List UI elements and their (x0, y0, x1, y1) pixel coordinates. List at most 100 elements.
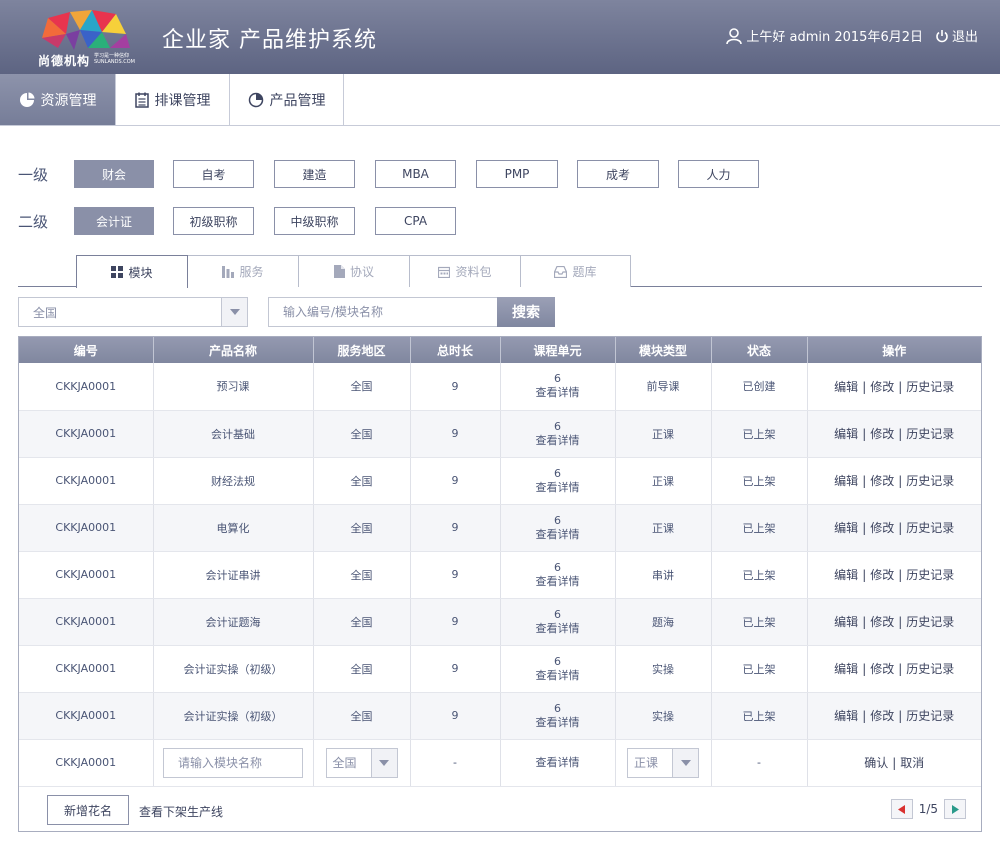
tab-label: 模块 (128, 265, 153, 280)
document-icon (333, 265, 345, 278)
cell-ops: 编辑 | 修改 | 历史记录 (807, 692, 981, 740)
region-select[interactable]: 全国 (18, 297, 248, 327)
history-link[interactable]: 历史记录 (906, 474, 954, 488)
edit-link[interactable]: 编辑 (834, 568, 858, 582)
row-region-value: 全国 (332, 756, 357, 770)
filter-chip-mba[interactable]: MBA (375, 160, 456, 188)
modify-link[interactable]: 修改 (870, 662, 894, 676)
table-row: CKKJA0001 会计证实操（初级） 全国 9 6 查看详情 实操 已上架 编辑 | 修改 | 历史记… (19, 645, 981, 693)
modify-link[interactable]: 修改 (870, 380, 894, 394)
row-type-value: 正课 (634, 756, 659, 770)
history-link[interactable]: 历史记录 (906, 380, 954, 394)
cancel-link[interactable]: 取消 (900, 756, 924, 770)
logout-button[interactable]: 退出 (935, 26, 978, 45)
cell-units: 6 查看详情 (500, 551, 616, 599)
tab-services[interactable]: 服务 (187, 255, 299, 287)
nav-item-scheduling[interactable]: 排课管理 (116, 74, 230, 125)
cell-ops: 编辑 | 修改 | 历史记录 (807, 645, 981, 693)
logout-label: 退出 (951, 30, 978, 45)
chevron-down-icon (221, 298, 247, 326)
module-name-input[interactable] (163, 747, 303, 778)
table-row: CKKJA0001 会计证题海 全国 9 6 查看详情 题海 已上架 编辑 | 修改 | 历史记录 (19, 598, 981, 646)
nav-item-products[interactable]: 产品管理 (230, 74, 344, 125)
view-details-link[interactable]: 查看详情 (501, 622, 615, 636)
view-details-link[interactable]: 查看详情 (501, 669, 615, 683)
view-details-link[interactable]: 查看详情 (501, 575, 615, 589)
prev-page-button[interactable] (890, 799, 913, 819)
edit-link[interactable]: 编辑 (834, 662, 858, 676)
edit-link[interactable]: 编辑 (834, 474, 858, 488)
filter-chip-chengkao[interactable]: 成考 (577, 160, 659, 188)
search-input[interactable] (268, 297, 498, 327)
history-link[interactable]: 历史记录 (906, 568, 954, 582)
edit-link[interactable]: 编辑 (834, 427, 858, 441)
pie-chart-icon (248, 92, 263, 107)
view-details-link[interactable]: 查看详情 (501, 481, 615, 495)
view-details-link[interactable]: 查看详情 (501, 716, 615, 730)
edit-link[interactable]: 编辑 (834, 709, 858, 723)
filter-chip-renli[interactable]: 人力 (678, 160, 759, 188)
modify-link[interactable]: 修改 (870, 568, 894, 582)
row-region-select[interactable]: 全国 (325, 747, 398, 778)
cell-name: 财经法规 (153, 457, 314, 505)
history-link[interactable]: 历史记录 (906, 615, 954, 629)
modify-link[interactable]: 修改 (870, 474, 894, 488)
cell-type: 前导课 (615, 363, 712, 411)
separator: | (862, 709, 867, 723)
history-link[interactable]: 历史记录 (906, 427, 954, 441)
cell-units: 6 查看详情 (500, 457, 616, 505)
bar-icon (222, 265, 235, 278)
tab-question-bank[interactable]: 题库 (520, 255, 631, 287)
nav-item-resources[interactable]: 资源管理 (0, 74, 116, 125)
modify-link[interactable]: 修改 (870, 615, 894, 629)
next-page-button[interactable] (944, 799, 966, 819)
table-row: CKKJA0001 电算化 全国 9 6 查看详情 正课 已上架 编辑 | 修改 | 历史记录 (19, 504, 981, 552)
history-link[interactable]: 历史记录 (906, 709, 954, 723)
tab-agreements[interactable]: 协议 (298, 255, 410, 287)
view-details-link[interactable]: 查看详情 (501, 528, 615, 542)
filter-chip-jianzao[interactable]: 建造 (274, 160, 355, 188)
edit-link[interactable]: 编辑 (834, 521, 858, 535)
tab-label: 协议 (349, 265, 374, 279)
cell-duration: 9 (410, 645, 501, 693)
page-indicator: 1/5 (918, 802, 938, 816)
cell-duration: 9 (410, 363, 501, 411)
chevron-down-icon (370, 748, 397, 777)
cell-id: CKKJA0001 (19, 457, 154, 505)
edit-link[interactable]: 编辑 (834, 615, 858, 629)
tab-modules[interactable]: 模块 (76, 255, 188, 288)
add-button[interactable]: 新增花名 (47, 795, 129, 825)
cell-region: 全国 (313, 645, 411, 693)
filter-chip-chuji[interactable]: 初级职称 (173, 207, 254, 235)
view-details-link[interactable]: 查看详情 (501, 434, 615, 448)
cell-id: CKKJA0001 (19, 692, 154, 740)
modify-link[interactable]: 修改 (870, 709, 894, 723)
table-row: CKKJA0001 会计证串讲 全国 9 6 查看详情 串讲 已上架 编辑 | 修改 | 历史记录 (19, 551, 981, 599)
filter-chip-zhongji[interactable]: 中级职称 (274, 207, 355, 235)
view-details-link[interactable]: 查看详情 (501, 756, 615, 770)
confirm-link[interactable]: 确认 (864, 756, 888, 770)
history-link[interactable]: 历史记录 (906, 662, 954, 676)
column-header: 编号 (19, 337, 154, 363)
filter-chip-cpa[interactable]: CPA (375, 207, 456, 235)
tab-materials[interactable]: 资料包 (409, 255, 521, 287)
cell-status: 已上架 (711, 410, 808, 458)
modify-link[interactable]: 修改 (870, 427, 894, 441)
history-link[interactable]: 历史记录 (906, 521, 954, 535)
row-type-select[interactable]: 正课 (627, 747, 699, 778)
modify-link[interactable]: 修改 (870, 521, 894, 535)
cell-units: 6 查看详情 (500, 504, 616, 552)
view-offline-link[interactable]: 查看下架生产线 (139, 803, 223, 820)
view-details-link[interactable]: 查看详情 (501, 386, 615, 400)
filter-chip-kuaijizheng[interactable]: 会计证 (74, 207, 154, 235)
search-button[interactable]: 搜索 (497, 297, 555, 327)
cell-ops: 编辑 | 修改 | 历史记录 (807, 551, 981, 599)
separator: | (862, 521, 867, 535)
cell-name (153, 739, 314, 787)
edit-link[interactable]: 编辑 (834, 380, 858, 394)
filter-chip-zikao[interactable]: 自考 (173, 160, 254, 188)
table-row: CKKJA0001 预习课 全国 9 6 查看详情 前导课 已创建 编辑 | 修改 | 历史记录 (19, 363, 981, 411)
filter-chip-pmp[interactable]: PMP (476, 160, 558, 188)
table-row: CKKJA0001 财经法规 全国 9 6 查看详情 正课 已上架 编辑 | 修改 | 历史记录 (19, 457, 981, 505)
filter-chip-caikuai[interactable]: 财会 (74, 160, 154, 188)
